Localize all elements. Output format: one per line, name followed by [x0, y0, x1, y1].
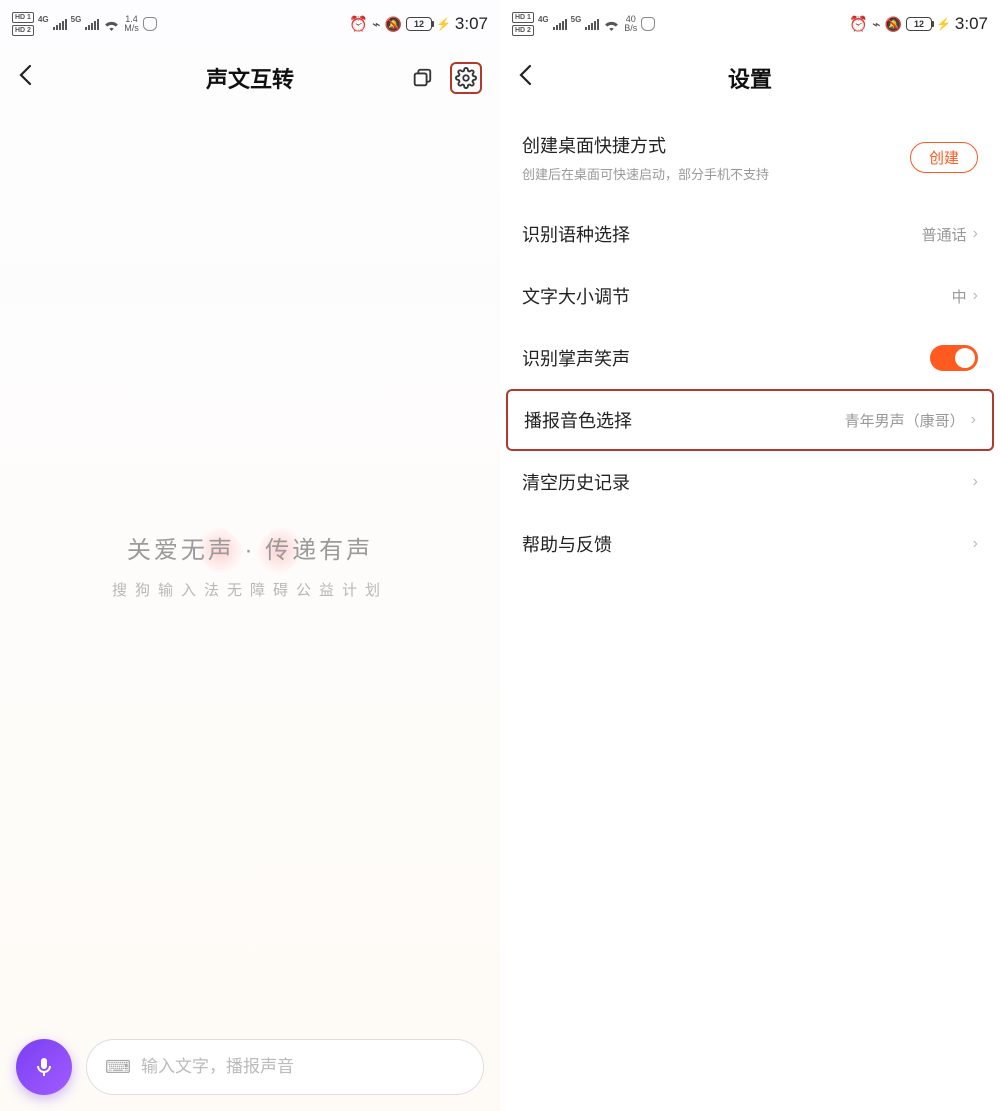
signal-1-icon [553, 18, 567, 30]
net1-label: 4G [538, 15, 549, 24]
mute-icon: 🔕 [385, 16, 402, 33]
clock: 3:07 [455, 14, 488, 34]
battery-icon: 12 [906, 17, 932, 31]
clock: 3:07 [955, 14, 988, 34]
chevron-right-icon: › [971, 411, 976, 429]
row-create-shortcut[interactable]: 创建桌面快捷方式 创建后在桌面可快速启动，部分手机不支持 创建 [500, 114, 1000, 201]
row-voice-select[interactable]: 播报音色选择 青年男声（康哥） › [506, 389, 994, 451]
mic-button[interactable] [16, 1039, 72, 1095]
alarm-icon: ⏰ [349, 15, 368, 33]
row-value: 普通话 [922, 224, 967, 245]
row-label: 识别掌声笑声 [522, 345, 930, 371]
hd2-badge: HD 2 [512, 25, 534, 36]
row-label: 识别语种选择 [522, 221, 922, 247]
text-input-container[interactable]: ⌨ [86, 1039, 484, 1095]
row-value: 中 [952, 286, 967, 307]
back-button[interactable] [18, 64, 42, 92]
mic-icon [32, 1055, 56, 1079]
chevron-right-icon: › [973, 287, 978, 305]
signal-1-icon [53, 18, 67, 30]
screen-settings: HD 1 HD 2 4G 5G 40B/s ⏰ ⌁ 🔕 12 ⚡ 3:07 [500, 0, 1000, 1111]
promo-subtext: 搜狗输入法无障碍公益计划 [112, 579, 388, 600]
hd1-badge: HD 1 [512, 12, 534, 23]
data-rate: 40B/s [624, 15, 637, 33]
wifi-icon [603, 18, 620, 31]
bottom-input-bar: ⌨ [16, 1039, 484, 1095]
charging-icon: ⚡ [436, 17, 451, 31]
hd2-badge: HD 2 [12, 25, 34, 36]
row-label: 帮助与反馈 [522, 531, 973, 557]
charging-icon: ⚡ [936, 17, 951, 31]
promo-block: 关爱无声 · 传递有声 搜狗输入法无障碍公益计划 [0, 500, 500, 600]
net2-label: 5G [71, 15, 82, 24]
shield-icon [641, 17, 655, 31]
bluetooth-icon: ⌁ [372, 16, 380, 33]
shield-icon [143, 17, 157, 31]
screen-voice-text: HD 1 HD 2 4G 5G 1.4M/s ⏰ ⌁ 🔕 12 ⚡ 3:07 [0, 0, 500, 1111]
chevron-right-icon: › [973, 535, 978, 553]
bluetooth-icon: ⌁ [872, 16, 880, 33]
row-applause-detect[interactable]: 识别掌声笑声 [500, 327, 1000, 389]
signal-2-icon [85, 18, 99, 30]
applause-toggle[interactable] [930, 345, 978, 371]
copy-window-icon[interactable] [406, 62, 438, 94]
nav-bar-right: 设置 [500, 48, 1000, 108]
net2-label: 5G [571, 15, 582, 24]
settings-list: 创建桌面快捷方式 创建后在桌面可快速启动，部分手机不支持 创建 识别语种选择 普… [500, 108, 1000, 581]
back-button[interactable] [518, 64, 542, 92]
row-font-size[interactable]: 文字大小调节 中 › [500, 265, 1000, 327]
row-language-select[interactable]: 识别语种选择 普通话 › [500, 203, 1000, 265]
chevron-right-icon: › [973, 473, 978, 491]
data-rate: 1.4M/s [124, 15, 139, 33]
row-clear-history[interactable]: 清空历史记录 › [500, 451, 1000, 513]
row-label: 播报音色选择 [524, 407, 845, 433]
text-input[interactable] [141, 1057, 465, 1077]
create-shortcut-button[interactable]: 创建 [910, 142, 978, 173]
row-value: 青年男声（康哥） [845, 410, 965, 431]
row-label: 创建桌面快捷方式 [522, 132, 910, 158]
row-label: 清空历史记录 [522, 469, 973, 495]
status-bar: HD 1 HD 2 4G 5G 1.4M/s ⏰ ⌁ 🔕 12 ⚡ 3:07 [0, 0, 500, 48]
net1-label: 4G [38, 15, 49, 24]
chevron-right-icon: › [973, 225, 978, 243]
row-label: 文字大小调节 [522, 283, 952, 309]
signal-2-icon [585, 18, 599, 30]
keyboard-icon: ⌨ [105, 1057, 131, 1078]
page-title-right: 设置 [500, 62, 1000, 94]
gear-icon [455, 67, 477, 89]
wifi-icon [103, 18, 120, 31]
mute-icon: 🔕 [885, 16, 902, 33]
battery-icon: 12 [406, 17, 432, 31]
alarm-icon: ⏰ [849, 15, 868, 33]
nav-bar-left: 声文互转 [0, 48, 500, 108]
row-subtext: 创建后在桌面可快速启动，部分手机不支持 [522, 164, 910, 183]
status-bar: HD 1 HD 2 4G 5G 40B/s ⏰ ⌁ 🔕 12 ⚡ 3:07 [500, 0, 1000, 48]
row-help-feedback[interactable]: 帮助与反馈 › [500, 513, 1000, 575]
settings-button[interactable] [450, 62, 482, 94]
promo-headline: 关爱无声 · 传递有声 [127, 530, 373, 565]
hd1-badge: HD 1 [12, 12, 34, 23]
